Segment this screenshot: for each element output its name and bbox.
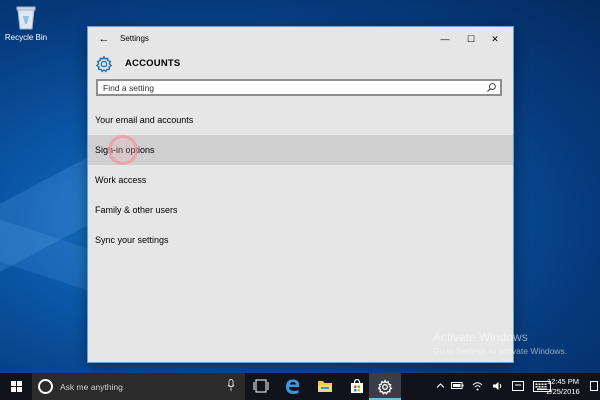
taskbar: Ask me anything 12:45 PM 2/25/2016 bbox=[0, 373, 600, 400]
clock-time: 12:45 PM bbox=[546, 377, 580, 386]
search-input[interactable] bbox=[103, 82, 483, 94]
maximize-button[interactable]: ☐ bbox=[459, 31, 483, 47]
watermark-title: Activate Windows bbox=[433, 330, 528, 344]
settings-taskbar-button[interactable] bbox=[369, 373, 401, 400]
back-arrow-icon: ← bbox=[98, 33, 110, 45]
page-header: ACCOUNTS bbox=[95, 55, 475, 75]
edge-button[interactable] bbox=[277, 373, 309, 400]
activation-watermark: Activate Windows Go to Settings to activ… bbox=[433, 330, 567, 356]
volume-icon[interactable] bbox=[492, 381, 503, 391]
watermark-subtitle: Go to Settings to activate Windows. bbox=[433, 346, 568, 356]
page-title: ACCOUNTS bbox=[125, 58, 181, 69]
search-box[interactable] bbox=[96, 79, 502, 96]
back-button[interactable]: ← bbox=[96, 31, 112, 47]
click-indicator bbox=[108, 135, 138, 165]
nav-item-label: Sync your settings bbox=[95, 235, 169, 245]
nav-item-sync-settings[interactable]: Sync your settings bbox=[88, 225, 513, 255]
system-tray bbox=[434, 373, 534, 400]
store-icon bbox=[351, 379, 363, 393]
maximize-icon: ☐ bbox=[466, 34, 476, 44]
file-explorer-icon bbox=[318, 381, 332, 392]
nav-item-work-access[interactable]: Work access bbox=[88, 165, 513, 195]
recycle-bin-label: Recycle Bin bbox=[4, 33, 48, 42]
nav-item-label: Your email and accounts bbox=[95, 115, 194, 125]
file-explorer-button[interactable] bbox=[309, 373, 341, 400]
recycle-bin-icon bbox=[16, 6, 36, 30]
cortana-placeholder: Ask me anything bbox=[60, 382, 123, 392]
wifi-icon[interactable] bbox=[472, 381, 483, 391]
chevron-up-icon[interactable] bbox=[436, 381, 445, 390]
clock-date: 2/25/2016 bbox=[546, 387, 580, 396]
close-icon: ✕ bbox=[491, 34, 499, 44]
action-center-button[interactable] bbox=[588, 373, 600, 400]
nav-item-family-users[interactable]: Family & other users bbox=[88, 195, 513, 225]
minimize-icon: — bbox=[440, 34, 450, 44]
nav-item-label: Work access bbox=[95, 175, 147, 185]
edge-icon bbox=[286, 379, 300, 394]
title-bar[interactable]: ← Settings — ☐ ✕ bbox=[88, 27, 513, 51]
gear-icon bbox=[95, 55, 113, 73]
settings-icon bbox=[377, 379, 393, 395]
search-icon[interactable] bbox=[486, 82, 497, 93]
settings-window: ← Settings — ☐ ✕ ACCOUNTS Your email bbox=[88, 27, 513, 362]
minimize-button[interactable]: — bbox=[433, 31, 457, 47]
task-view-icon bbox=[253, 379, 269, 393]
close-button[interactable]: ✕ bbox=[483, 31, 507, 47]
notification-icon bbox=[590, 381, 598, 391]
cortana-search-box[interactable]: Ask me anything bbox=[32, 373, 245, 400]
window-title: Settings bbox=[120, 34, 149, 43]
clock[interactable]: 12:45 PM 2/25/2016 bbox=[540, 377, 586, 397]
message-icon[interactable] bbox=[512, 381, 524, 391]
windows-logo-icon bbox=[11, 381, 22, 392]
battery-icon[interactable] bbox=[451, 381, 464, 390]
nav-item-email-accounts[interactable]: Your email and accounts bbox=[88, 105, 513, 135]
nav-item-label: Family & other users bbox=[95, 205, 178, 215]
microphone-icon[interactable] bbox=[227, 379, 235, 392]
nav-item-sign-in-options[interactable]: Sign-in options bbox=[88, 135, 513, 165]
start-button[interactable] bbox=[0, 373, 32, 400]
accounts-nav: Your email and accounts Sign-in options … bbox=[88, 105, 513, 255]
task-view-button[interactable] bbox=[245, 373, 277, 400]
cortana-icon bbox=[38, 379, 53, 394]
recycle-bin-shortcut[interactable]: Recycle Bin bbox=[4, 4, 48, 42]
